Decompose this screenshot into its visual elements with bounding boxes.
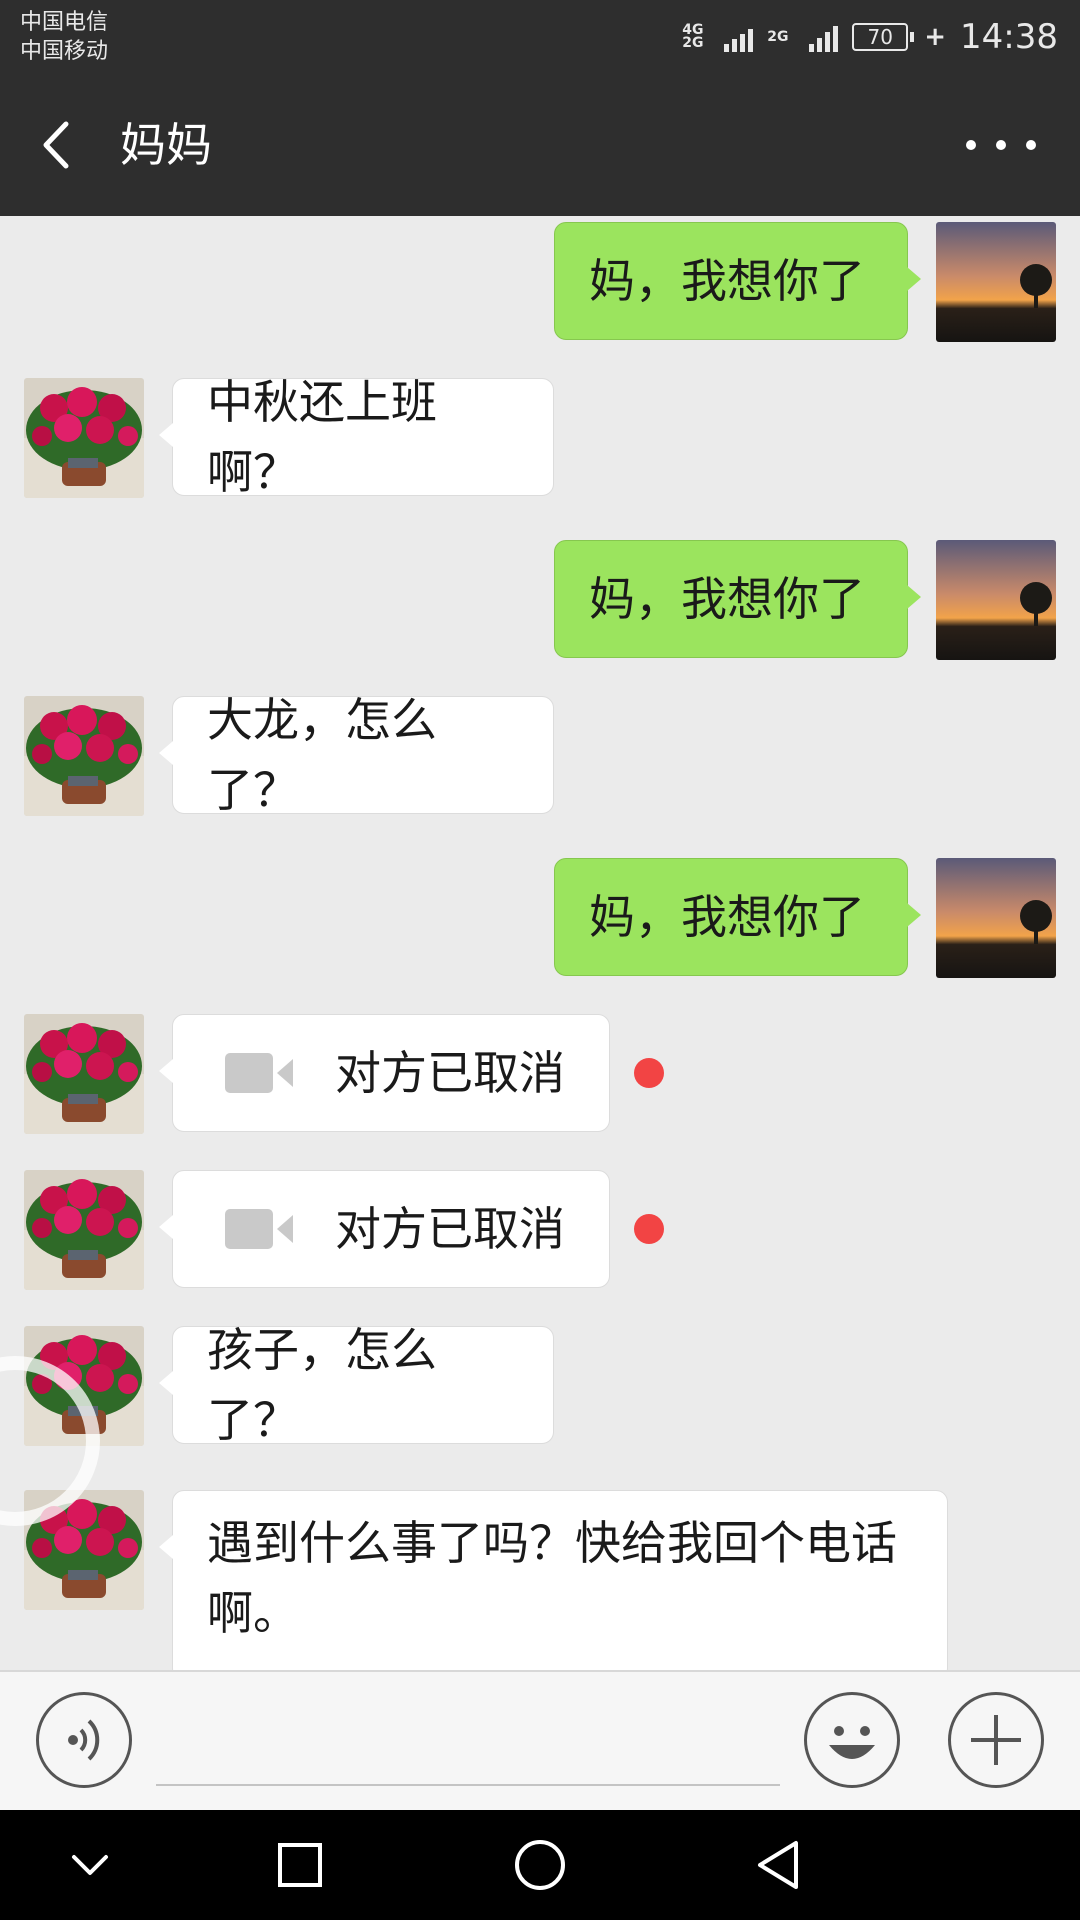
plus-icon bbox=[971, 1715, 1021, 1765]
voice-button[interactable] bbox=[36, 1692, 132, 1788]
flower-avatar-image bbox=[24, 378, 144, 498]
message-bubble[interactable]: 妈，我想你了 bbox=[554, 222, 921, 340]
emoji-button[interactable] bbox=[804, 1692, 900, 1788]
my-avatar[interactable] bbox=[936, 858, 1056, 978]
chevron-left-icon bbox=[43, 121, 69, 169]
video-call-bubble[interactable]: 对方已取消 bbox=[159, 1170, 610, 1288]
back-button[interactable] bbox=[34, 114, 84, 176]
more-button[interactable] bbox=[966, 132, 1036, 158]
system-back-button[interactable] bbox=[750, 1835, 810, 1895]
status-bar: 中国电信 中国移动 4G 2G 2G 70 + 14:38 bbox=[0, 0, 1080, 74]
message-bubble[interactable]: 遇到什么事了吗？快给我回个电话啊。 bbox=[159, 1490, 948, 1670]
call-status-text: 对方已取消 bbox=[335, 1202, 565, 1256]
message-row: 对方已取消 bbox=[0, 1014, 1080, 1138]
square-icon bbox=[278, 1843, 322, 1887]
input-bar bbox=[0, 1670, 1080, 1810]
flower-avatar-image bbox=[24, 1014, 144, 1134]
message-bubble[interactable]: 大龙，怎么了？ bbox=[159, 693, 554, 817]
message-bubble[interactable]: 孩子，怎么了？ bbox=[159, 1323, 554, 1447]
message-text: 遇到什么事了吗？快给我回个电话啊。 bbox=[207, 1516, 897, 1640]
more-dots-icon bbox=[966, 140, 976, 150]
message-bubble[interactable]: 妈，我想你了 bbox=[554, 858, 921, 976]
network-type-1: 4G 2G bbox=[682, 23, 710, 51]
battery-cap bbox=[910, 32, 915, 42]
message-row: 对方已取消 bbox=[0, 1170, 1080, 1294]
unread-dot bbox=[634, 1058, 664, 1088]
sunset-avatar-image bbox=[936, 858, 1056, 978]
mom-avatar[interactable] bbox=[24, 1170, 144, 1290]
network-label-2g: 2G bbox=[682, 35, 704, 51]
home-button[interactable] bbox=[510, 1835, 570, 1895]
carrier-info: 中国电信 中国移动 bbox=[20, 8, 108, 66]
message-row: 大龙，怎么了？ bbox=[0, 693, 1080, 820]
message-row: 妈，我想你了 bbox=[0, 858, 1080, 982]
emoji-icon bbox=[829, 1726, 875, 1759]
dot bbox=[996, 140, 1006, 150]
video-camera-icon bbox=[225, 1053, 293, 1093]
message-text: 妈，我想你了 bbox=[589, 890, 865, 944]
message-text: 大龙，怎么了？ bbox=[207, 693, 437, 817]
message-bubble[interactable]: 妈，我想你了 bbox=[554, 540, 921, 658]
message-bubble[interactable]: 中秋还上班啊？ bbox=[159, 375, 554, 499]
video-camera-icon bbox=[225, 1209, 293, 1249]
my-avatar[interactable] bbox=[936, 540, 1056, 660]
recents-button[interactable] bbox=[270, 1835, 330, 1895]
mom-avatar[interactable] bbox=[24, 1014, 144, 1134]
sunset-avatar-image bbox=[936, 222, 1056, 342]
unread-dot bbox=[634, 1214, 664, 1244]
message-text: 中秋还上班啊？ bbox=[207, 375, 437, 499]
network-type-2: 2G bbox=[767, 28, 789, 45]
message-input[interactable] bbox=[156, 1702, 780, 1786]
dot bbox=[1026, 140, 1036, 150]
status-indicators: 4G 2G 2G 70 + 14:38 bbox=[682, 14, 1058, 60]
mom-avatar[interactable] bbox=[24, 378, 144, 498]
call-status-text: 对方已取消 bbox=[335, 1046, 565, 1100]
message-row: 妈，我想你了 bbox=[0, 222, 1080, 346]
flower-avatar-image bbox=[24, 696, 144, 816]
message-text: 孩子，怎么了？ bbox=[207, 1323, 437, 1447]
status-time: 14:38 bbox=[960, 17, 1058, 57]
triangle-back-icon bbox=[758, 1841, 798, 1889]
carrier-1: 中国电信 bbox=[20, 10, 109, 35]
voice-icon bbox=[68, 1719, 100, 1761]
signal-icon-2 bbox=[809, 22, 839, 52]
hide-keyboard-button[interactable] bbox=[60, 1835, 120, 1895]
flower-avatar-image bbox=[24, 1170, 144, 1290]
carrier-2: 中国移动 bbox=[20, 39, 109, 64]
my-avatar[interactable] bbox=[936, 222, 1056, 342]
mom-avatar[interactable] bbox=[24, 696, 144, 816]
message-row: 孩子，怎么了？ bbox=[0, 1323, 1080, 1450]
video-call-bubble[interactable]: 对方已取消 bbox=[159, 1014, 610, 1132]
signal-icon bbox=[724, 22, 754, 52]
message-row: 妈，我想你了 bbox=[0, 540, 1080, 664]
plus-button[interactable] bbox=[948, 1692, 1044, 1788]
message-text: 妈，我想你了 bbox=[589, 254, 865, 308]
system-navigation-bar bbox=[0, 1810, 1080, 1920]
message-row: 遇到什么事了吗？快给我回个电话啊。 bbox=[0, 1490, 1080, 1670]
message-row: 中秋还上班啊？ bbox=[0, 375, 1080, 502]
battery-icon: 70 bbox=[852, 23, 909, 51]
message-text: 妈，我想你了 bbox=[589, 572, 865, 626]
chevron-down-icon bbox=[72, 1855, 108, 1875]
chat-header: 妈妈 bbox=[0, 74, 1080, 216]
circle-icon bbox=[515, 1840, 565, 1890]
charging-icon: + bbox=[924, 22, 947, 52]
page-title: 妈妈 bbox=[120, 118, 212, 172]
message-list[interactable]: 妈，我想你了 中秋还上班啊？ 妈，我想你了 大龙，怎么了？ 妈，我想你了 对方已… bbox=[0, 216, 1080, 1670]
sunset-avatar-image bbox=[936, 540, 1056, 660]
